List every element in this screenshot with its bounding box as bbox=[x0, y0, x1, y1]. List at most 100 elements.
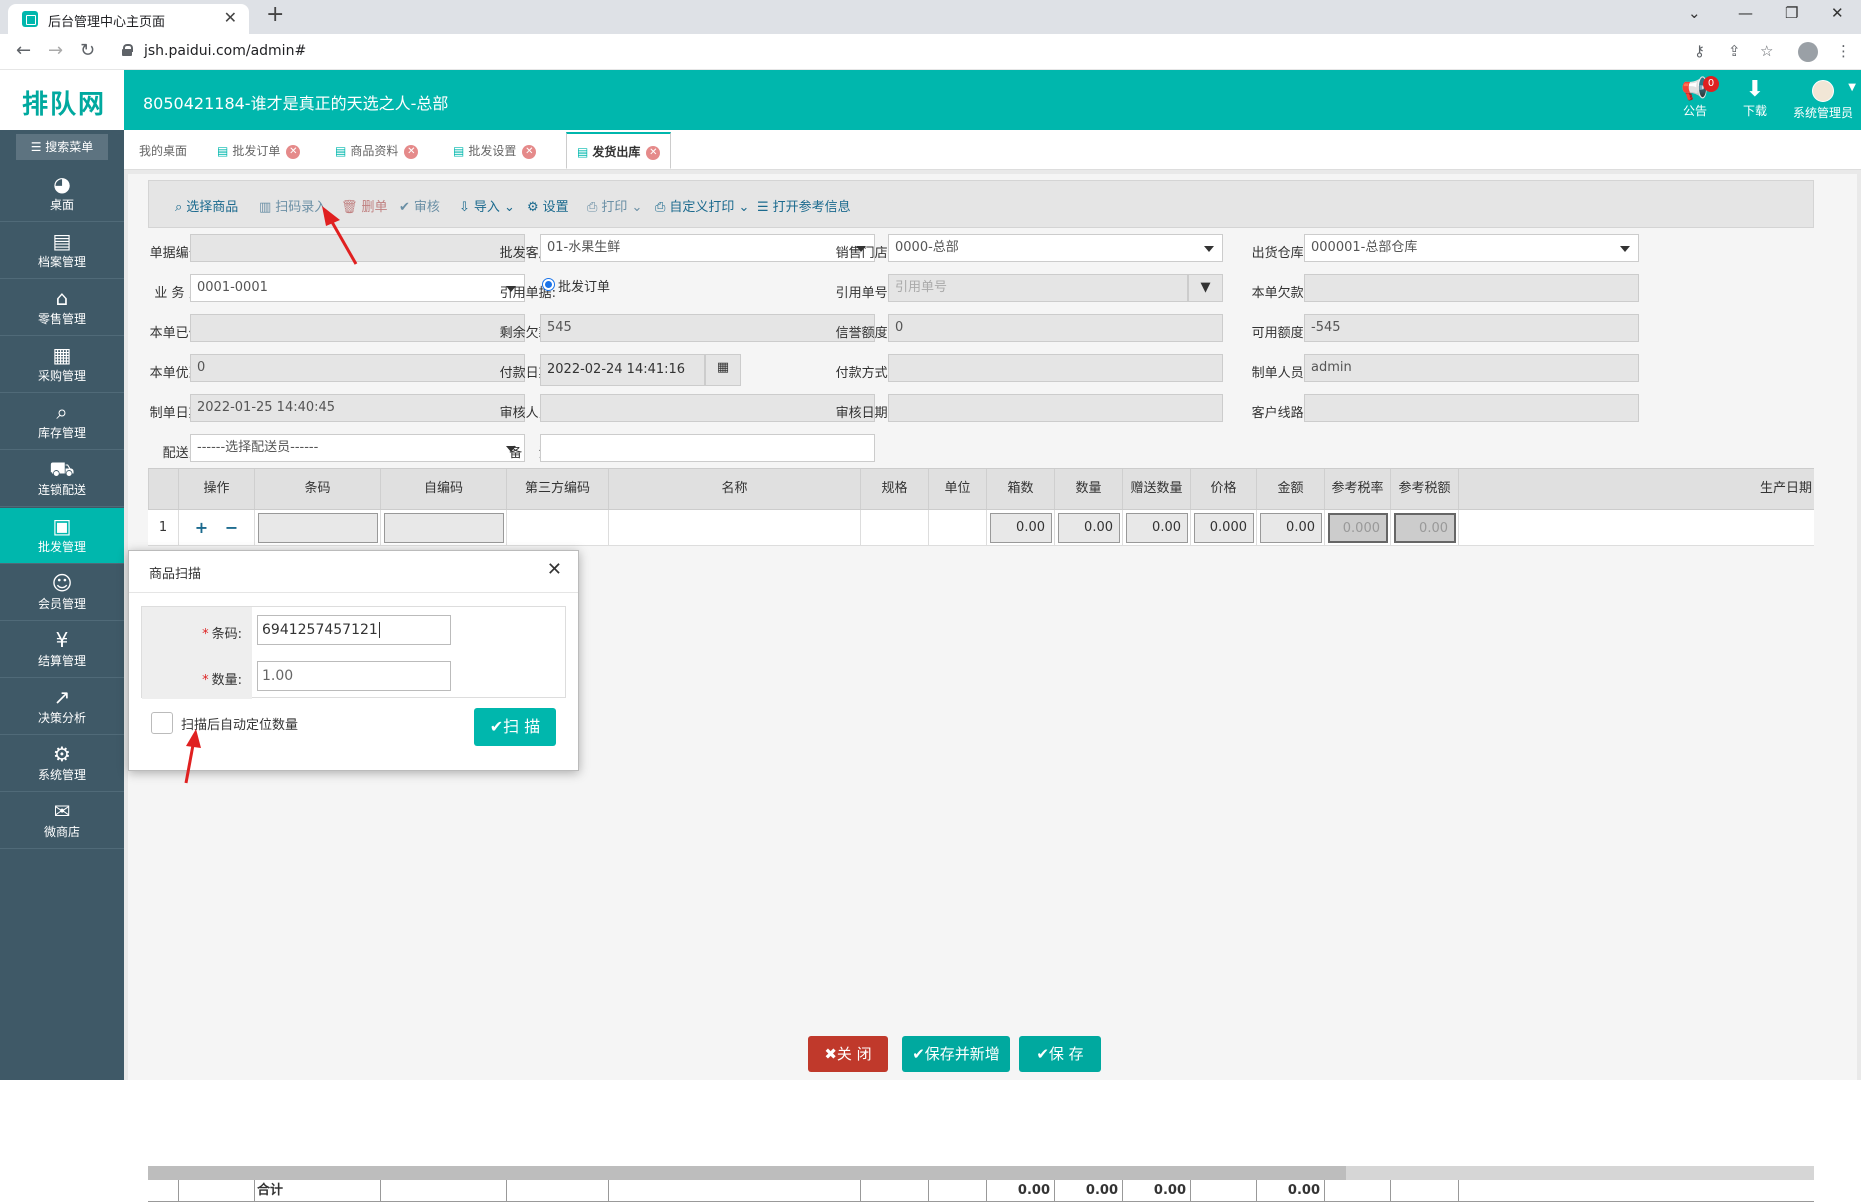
download-button[interactable]: ⬇ 下载 bbox=[1735, 78, 1775, 119]
settings-button[interactable]: ⚙ 设置 bbox=[527, 196, 569, 215]
qty-input[interactable]: 0.00 bbox=[1058, 513, 1120, 543]
address-bar[interactable]: jsh.paidui.com/admin# bbox=[110, 38, 1710, 66]
remark-input[interactable] bbox=[540, 434, 875, 462]
sidebar-item-label: 决策分析 bbox=[37, 711, 86, 725]
barcode-cell-input[interactable] bbox=[258, 513, 378, 543]
user-menu[interactable]: 系统管理员 ▼ bbox=[1790, 78, 1856, 121]
tab-wholesale-settings[interactable]: ▤ 批发设置 ✕ bbox=[442, 132, 547, 169]
browser-tab-close-icon[interactable]: ✕ bbox=[224, 8, 237, 27]
ref-doc-radio[interactable] bbox=[542, 278, 555, 291]
tab-close-icon[interactable]: ✕ bbox=[286, 144, 301, 159]
sidebar-item-settlement[interactable]: ¥ 结算管理 bbox=[0, 622, 124, 678]
sidebar-item-retail[interactable]: ⌂ 零售管理 bbox=[0, 280, 124, 336]
grid-header-cell: 生产日期 bbox=[1458, 469, 1814, 509]
browser-tab[interactable]: 后台管理中心主页面 ✕ bbox=[8, 4, 249, 34]
notice-button[interactable]: 📢 0 公告 bbox=[1675, 76, 1719, 119]
delete-button[interactable]: 🗑 删单 bbox=[341, 196, 388, 215]
scrollbar-thumb[interactable] bbox=[148, 1166, 1346, 1180]
warehouse-select[interactable]: 000001-总部仓库 bbox=[1304, 234, 1639, 262]
search-menu-button[interactable]: ☰ 搜索菜单 bbox=[16, 134, 108, 160]
store-select[interactable]: 0000-总部 bbox=[888, 234, 1223, 262]
toolbar-label: 导入 bbox=[473, 200, 500, 215]
save-button[interactable]: ✔保 存 bbox=[1019, 1036, 1101, 1072]
remove-row-icon[interactable]: − bbox=[225, 518, 238, 537]
sidebar-item-desktop[interactable]: ◕ 桌面 bbox=[0, 166, 124, 222]
sidebar-item-system[interactable]: ⚙ 系统管理 bbox=[0, 736, 124, 792]
sidebar-item-delivery[interactable]: ⛟ 连锁配送 bbox=[0, 451, 124, 507]
tab-my-desktop[interactable]: 我的桌面 bbox=[128, 132, 198, 169]
add-row-icon[interactable]: + bbox=[195, 518, 208, 537]
tax-rate-cell: 0.000 bbox=[1324, 510, 1390, 545]
owed-label: 本单欠款: bbox=[1251, 286, 1308, 301]
tab-goods-info[interactable]: ▤ 商品资料 ✕ bbox=[324, 132, 429, 169]
grid-header-cell: 名称 bbox=[608, 469, 860, 509]
sidebar-item-label: 档案管理 bbox=[37, 255, 86, 269]
sidebar-item-shop[interactable]: ✉ 微商店 bbox=[0, 793, 124, 849]
auto-locate-checkbox[interactable] bbox=[151, 712, 173, 734]
chevron-down-icon: ⌄ bbox=[499, 200, 515, 215]
route-label: 客户线路: bbox=[1251, 406, 1308, 421]
tab-close-icon[interactable]: ✕ bbox=[646, 145, 661, 160]
tab-search-icon[interactable]: ⌄ bbox=[1688, 4, 1701, 22]
qty-cell: 0.00 bbox=[1054, 510, 1122, 545]
sidebar-item-purchase[interactable]: ▦ 采购管理 bbox=[0, 337, 124, 393]
list-icon: ☰ bbox=[757, 200, 769, 215]
print-button[interactable]: ⎙ 打印 ⌄ bbox=[587, 196, 642, 215]
profile-icon[interactable] bbox=[1798, 42, 1818, 62]
price-input[interactable]: 0.000 bbox=[1194, 513, 1254, 543]
tab-close-icon[interactable]: ✕ bbox=[404, 144, 419, 159]
ref-no-input[interactable]: 引用单号 bbox=[888, 274, 1188, 302]
settlement-icon: ¥ bbox=[55, 628, 69, 652]
restore-button[interactable]: ❐ bbox=[1785, 4, 1798, 22]
import-button[interactable]: ⇩ 导入 ⌄ bbox=[459, 196, 515, 215]
amount-input[interactable]: 0.00 bbox=[1260, 513, 1322, 543]
scan-entry-button[interactable]: ▥ 扫码录入 bbox=[259, 196, 327, 215]
available-label: 可用额度: bbox=[1251, 326, 1308, 341]
share-icon[interactable]: ⇪ bbox=[1728, 42, 1741, 60]
sidebar-item-wholesale[interactable]: ▣ 批发管理 bbox=[0, 508, 124, 564]
caret-down-icon bbox=[1620, 246, 1630, 252]
salesman-value: 0001-0001 bbox=[197, 280, 268, 295]
tab-close-icon[interactable]: ✕ bbox=[522, 144, 537, 159]
sidebar-item-archive[interactable]: ▤ 档案管理 bbox=[0, 223, 124, 279]
barcode-input[interactable]: 6941257457121 bbox=[257, 615, 451, 645]
window-close-button[interactable]: ✕ bbox=[1831, 4, 1844, 22]
back-icon[interactable]: ← bbox=[16, 40, 31, 61]
audit-button[interactable]: ✔ 审核 bbox=[399, 196, 440, 215]
warehouse-value: 000001-总部仓库 bbox=[1311, 240, 1418, 255]
scan-button[interactable]: ✔扫 描 bbox=[474, 708, 556, 746]
key-icon[interactable]: ⚷ bbox=[1694, 42, 1705, 60]
sidebar-item-inventory[interactable]: ⌕ 库存管理 bbox=[0, 394, 124, 450]
pay-date-input[interactable]: 2022-02-24 14:41:16 bbox=[540, 354, 705, 386]
select-goods-button[interactable]: ⌕ 选择商品 bbox=[175, 196, 238, 215]
open-reference-button[interactable]: ☰ 打开参考信息 bbox=[757, 196, 851, 215]
app-header: 排队网 8050421184-谁才是真正的天选之人-总部 📢 0 公告 ⬇ 下载… bbox=[0, 70, 1861, 130]
ref-doc-option-label: 批发订单 bbox=[558, 280, 611, 295]
new-tab-button[interactable]: + bbox=[266, 2, 284, 27]
custom-print-button[interactable]: ⎙ 自定义打印 ⌄ bbox=[655, 196, 749, 215]
save-and-new-button[interactable]: ✔保存并新增 bbox=[902, 1036, 1010, 1072]
selfcode-cell-input[interactable] bbox=[384, 513, 504, 543]
minimize-button[interactable]: — bbox=[1738, 4, 1753, 22]
tab-wholesale-order[interactable]: ▤ 批发订单 ✕ bbox=[206, 132, 311, 169]
more-menu-icon[interactable]: ⋮ bbox=[1836, 42, 1851, 60]
sidebar-item-label: 桌面 bbox=[49, 198, 74, 212]
filter-button[interactable]: ▼ bbox=[1188, 274, 1223, 302]
tab-delivery-out[interactable]: ▤ 发货出库 ✕ bbox=[566, 132, 672, 169]
forward-icon[interactable]: → bbox=[48, 40, 63, 61]
gift-input[interactable]: 0.00 bbox=[1126, 513, 1188, 543]
close-button[interactable]: ✖关 闭 bbox=[808, 1036, 888, 1072]
boxes-input[interactable]: 0.00 bbox=[990, 513, 1052, 543]
qty-input[interactable]: 1.00 bbox=[257, 661, 451, 691]
calendar-button[interactable]: ▦ bbox=[705, 354, 741, 386]
grid-scrollbar[interactable] bbox=[148, 1166, 1814, 1180]
footer-qty: 0.00 bbox=[1054, 1180, 1122, 1202]
sidebar-item-label: 结算管理 bbox=[37, 654, 86, 668]
star-icon[interactable]: ☆ bbox=[1760, 42, 1773, 60]
footer-amount: 0.00 bbox=[1256, 1180, 1324, 1202]
dialog-close-icon[interactable]: ✕ bbox=[547, 559, 562, 580]
reload-icon[interactable]: ↻ bbox=[80, 40, 95, 61]
sidebar-item-member[interactable]: ☺ 会员管理 bbox=[0, 565, 124, 621]
sidebar-item-analysis[interactable]: ↗ 决策分析 bbox=[0, 679, 124, 735]
grid-header-cell: 单位 bbox=[928, 469, 986, 509]
